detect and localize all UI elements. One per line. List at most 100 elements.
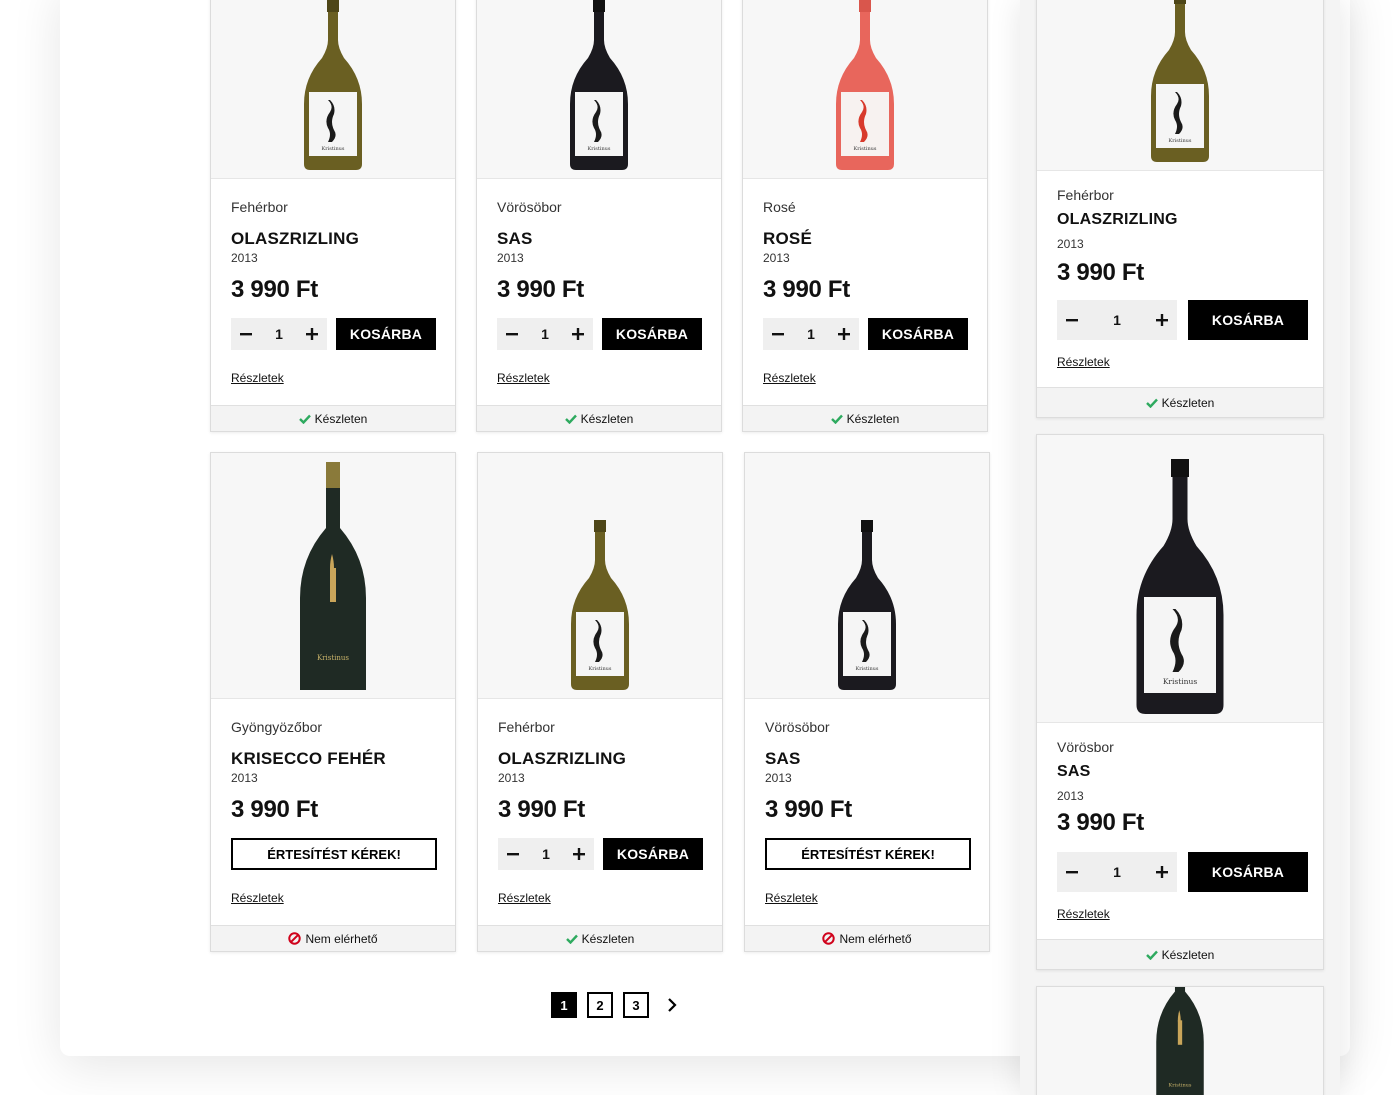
- quantity-input[interactable]: 1: [807, 326, 815, 342]
- increase-quantity-button[interactable]: [1147, 310, 1177, 330]
- product-image[interactable]: Kristinus: [745, 453, 989, 699]
- increase-quantity-button[interactable]: [563, 324, 593, 344]
- product-image[interactable]: Kristinus: [1037, 435, 1323, 723]
- wine-bottle-icon: Kristinus: [1151, 0, 1209, 162]
- product-category: Vörösbor: [1057, 739, 1114, 755]
- product-year: 2013: [1057, 237, 1084, 251]
- details-link[interactable]: Részletek: [765, 891, 818, 905]
- quantity-input[interactable]: 1: [1113, 864, 1121, 880]
- details-link[interactable]: Részletek: [1057, 355, 1110, 369]
- stock-label: Készleten: [846, 411, 900, 426]
- product-category: Rosé: [763, 199, 796, 215]
- unavailable-icon: [822, 932, 836, 945]
- product-card: Kristinus Gyöngyözőbor KRISECCO FEHÉR 2013 3…: [210, 452, 456, 952]
- quantity-input[interactable]: 1: [541, 326, 549, 342]
- product-image[interactable]: Kristinus: [743, 0, 987, 179]
- stock-label: Készleten: [1161, 947, 1215, 962]
- product-name[interactable]: SAS: [497, 229, 533, 249]
- details-link[interactable]: Részletek: [231, 371, 284, 385]
- product-name[interactable]: SAS: [765, 749, 801, 769]
- product-category: Vörösöbor: [497, 199, 562, 215]
- add-to-cart-button[interactable]: KOSÁRBA: [1188, 300, 1308, 340]
- product-name[interactable]: OLASZRIZLING: [1057, 211, 1178, 229]
- product-card: Kristinus Vörösöbor SAS 2013 3 990 Ft ÉRTESÍT…: [744, 452, 990, 952]
- product-name[interactable]: KRISECCO FEHÉR: [231, 749, 386, 769]
- add-to-cart-button[interactable]: KOSÁRBA: [868, 318, 968, 350]
- decrease-quantity-button[interactable]: [763, 324, 793, 344]
- plus-icon: [837, 328, 850, 340]
- quantity-stepper: 1: [497, 318, 593, 350]
- notify-me-button[interactable]: ÉRTESÍTÉST KÉREK!: [765, 838, 971, 870]
- in-stock-status: Készleten: [1037, 939, 1323, 969]
- product-card: Kristinus Rosé ROSÉ 2013 3 990 Ft 1 KOSÁRBA R…: [742, 0, 988, 432]
- product-name[interactable]: OLASZRIZLING: [498, 749, 626, 769]
- quantity-stepper: 1: [1057, 852, 1177, 892]
- product-image[interactable]: Kristinus: [1037, 0, 1323, 171]
- check-icon: [1145, 398, 1158, 408]
- next-page-button[interactable]: [659, 992, 685, 1018]
- svg-text:Kristinus: Kristinus: [856, 666, 879, 672]
- plus-icon: [305, 328, 318, 340]
- wine-bottle-icon: Kristinus: [300, 462, 366, 690]
- product-card: Kristinus Fehérbor OLASZRIZLING 2013 3 990 F…: [1036, 0, 1324, 418]
- product-year: 2013: [1057, 789, 1084, 803]
- quantity-input[interactable]: 1: [275, 326, 283, 342]
- increase-quantity-button[interactable]: [297, 324, 327, 344]
- product-year: 2013: [231, 771, 258, 785]
- in-stock-status: Készleten: [478, 925, 722, 951]
- details-link[interactable]: Részletek: [498, 891, 551, 905]
- svg-text:Kristinus: Kristinus: [317, 654, 349, 662]
- product-price: 3 990 Ft: [1057, 259, 1144, 286]
- svg-text:Kristinus: Kristinus: [322, 146, 345, 152]
- decrease-quantity-button[interactable]: [498, 844, 528, 864]
- increase-quantity-button[interactable]: [829, 324, 859, 344]
- stock-label: Készleten: [580, 411, 634, 426]
- quantity-input[interactable]: 1: [542, 846, 550, 862]
- product-year: 2013: [231, 251, 258, 265]
- check-icon: [830, 414, 843, 424]
- decrease-quantity-button[interactable]: [497, 324, 527, 344]
- page-button-1[interactable]: 1: [551, 992, 577, 1018]
- stock-label: Nem elérhető: [839, 931, 912, 946]
- page-button-2[interactable]: 2: [587, 992, 613, 1018]
- svg-text:Kristinus: Kristinus: [854, 146, 877, 152]
- minus-icon: [506, 333, 518, 336]
- add-to-cart-button[interactable]: KOSÁRBA: [336, 318, 436, 350]
- add-to-cart-button[interactable]: KOSÁRBA: [603, 838, 703, 870]
- product-name[interactable]: SAS: [1057, 763, 1091, 781]
- page-button-3[interactable]: 3: [623, 992, 649, 1018]
- stock-label: Nem elérhető: [305, 931, 378, 946]
- add-to-cart-button[interactable]: KOSÁRBA: [1188, 852, 1308, 892]
- details-link[interactable]: Részletek: [763, 371, 816, 385]
- decrease-quantity-button[interactable]: [1057, 310, 1087, 330]
- product-image[interactable]: Kristinus: [1037, 987, 1323, 1095]
- quantity-input[interactable]: 1: [1113, 312, 1121, 328]
- wine-bottle-icon: Kristinus: [836, 0, 894, 170]
- product-image[interactable]: Kristinus: [478, 453, 722, 699]
- wine-bottle-icon: Kristinus: [838, 520, 896, 690]
- product-card: Kristinus Fehérbor OLASZRIZLING 2013 3 990 F…: [210, 0, 456, 432]
- product-name[interactable]: OLASZRIZLING: [231, 229, 359, 249]
- decrease-quantity-button[interactable]: [231, 324, 261, 344]
- product-price: 3 990 Ft: [231, 796, 318, 823]
- stock-label: Készleten: [1161, 395, 1215, 410]
- increase-quantity-button[interactable]: [564, 844, 594, 864]
- plus-icon: [1155, 314, 1168, 326]
- add-to-cart-button[interactable]: KOSÁRBA: [602, 318, 702, 350]
- product-image[interactable]: Kristinus: [477, 0, 721, 179]
- product-image[interactable]: Kristinus: [211, 0, 455, 179]
- product-image[interactable]: Kristinus: [211, 453, 455, 699]
- product-price: 3 990 Ft: [765, 796, 852, 823]
- product-name[interactable]: ROSÉ: [763, 229, 812, 249]
- stock-label: Készleten: [581, 931, 635, 946]
- notify-me-button[interactable]: ÉRTESÍTÉST KÉREK!: [231, 838, 437, 870]
- details-link[interactable]: Részletek: [1057, 907, 1110, 921]
- check-icon: [1145, 950, 1158, 960]
- details-link[interactable]: Részletek: [231, 891, 284, 905]
- plus-icon: [572, 848, 585, 860]
- increase-quantity-button[interactable]: [1147, 862, 1177, 882]
- decrease-quantity-button[interactable]: [1057, 862, 1087, 882]
- product-card: Kristinus Fehérbor OLASZRIZLING 2013 3 990 F…: [477, 452, 723, 952]
- wine-bottle-icon: Kristinus: [1156, 987, 1204, 1095]
- details-link[interactable]: Részletek: [497, 371, 550, 385]
